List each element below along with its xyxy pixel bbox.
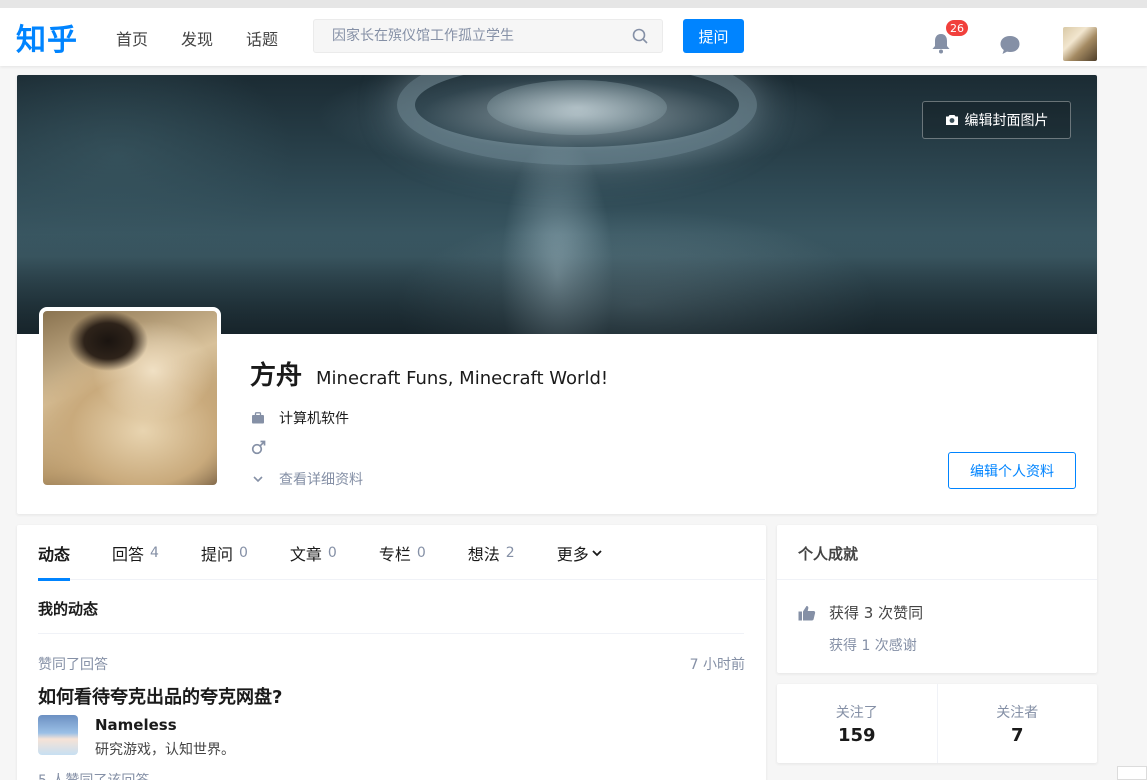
feed-time: 7 小时前 — [689, 657, 745, 673]
male-gender-icon — [251, 440, 266, 455]
tab-questions[interactable]: 提问 0 — [201, 525, 248, 580]
tab-count: 4 — [150, 544, 159, 561]
scrollbar-corner — [1117, 766, 1147, 780]
author-name[interactable]: Nameless — [95, 716, 177, 734]
tab-label: 回答 — [112, 544, 145, 564]
activity-card: 动态 回答 4 提问 0 文章 0 专栏 0 想法 2 更多 我的动态 赞同了回… — [17, 525, 766, 780]
ask-question-button[interactable]: 提问 — [683, 19, 744, 53]
followers-stat[interactable]: 关注者 7 — [936, 684, 1098, 763]
profile-tabs: 动态 回答 4 提问 0 文章 0 专栏 0 想法 2 更多 — [38, 525, 765, 581]
nav-topics[interactable]: 话题 — [246, 26, 278, 50]
tab-label: 动态 — [38, 544, 71, 564]
edit-cover-label: 编辑封面图片 — [964, 113, 1049, 129]
followers-value: 7 — [1010, 724, 1024, 746]
tab-label: 专栏 — [378, 544, 411, 564]
author-bio: 研究游戏，认知世界。 — [95, 742, 235, 758]
tab-count: 0 — [416, 544, 426, 561]
feed-action: 赞同了回答 — [38, 657, 108, 673]
user-avatar[interactable] — [1063, 27, 1097, 61]
search-input[interactable] — [314, 20, 614, 52]
feed-question-title[interactable]: 如何看待夸克出品的夸克网盘? — [38, 683, 282, 709]
zhihu-logo[interactable]: 知乎 — [16, 15, 78, 59]
achievements-card: 个人成就 获得 3 次赞同 获得 1 次感谢 — [777, 525, 1097, 673]
tab-count: 0 — [327, 544, 337, 561]
nav-discover[interactable]: 发现 — [181, 26, 213, 50]
tab-columns[interactable]: 专栏 0 — [379, 525, 426, 580]
tab-count: 0 — [238, 544, 248, 561]
view-details-link[interactable]: 查看详细资料 — [251, 469, 363, 489]
follow-stats-card: 关注了 159 关注者 7 — [777, 684, 1097, 763]
divider — [777, 579, 1097, 580]
top-header: 知乎 首页 发现 话题 提问 26 — [0, 0, 1147, 66]
tab-more[interactable]: 更多 — [557, 525, 603, 580]
name-row: 方舟 Minecraft Funs, Minecraft World! — [250, 355, 608, 392]
search-icon[interactable] — [632, 28, 648, 44]
notification-badge: 26 — [945, 19, 969, 37]
chevron-down-icon — [253, 476, 263, 483]
tab-pins[interactable]: 想法 2 — [468, 525, 515, 580]
tab-label: 更多 — [556, 544, 589, 564]
messages-icon[interactable] — [999, 35, 1021, 55]
chevron-down-icon — [592, 549, 602, 556]
camera-icon — [945, 115, 958, 125]
following-stat[interactable]: 关注了 159 — [777, 684, 937, 763]
tab-label: 想法 — [467, 544, 500, 564]
tab-activity[interactable]: 动态 — [38, 525, 71, 581]
following-label: 关注了 — [835, 704, 878, 721]
vote-count: 5 人赞同了该回答 — [38, 770, 149, 780]
profile-headline: Minecraft Funs, Minecraft World! — [316, 368, 609, 389]
tab-articles[interactable]: 文章 0 — [290, 525, 337, 580]
edit-cover-button[interactable]: 编辑封面图片 — [922, 101, 1071, 139]
tab-label: 文章 — [289, 544, 322, 564]
profile-header-card: 编辑封面图片 方舟 Minecraft Funs, Minecraft Worl… — [17, 75, 1097, 514]
tab-label: 提问 — [200, 544, 233, 564]
tab-answers[interactable]: 回答 4 — [112, 525, 159, 580]
profile-name: 方舟 — [250, 361, 303, 391]
followers-label: 关注者 — [996, 704, 1039, 721]
view-details-label: 查看详细资料 — [279, 472, 363, 488]
thanks-received: 获得 1 次感谢 — [829, 638, 917, 654]
main-nav: 首页 发现 话题 — [116, 26, 278, 50]
profile-industry: 计算机软件 — [279, 411, 349, 427]
briefcase-icon — [252, 412, 264, 424]
following-value: 159 — [837, 724, 876, 746]
achievements-title: 个人成就 — [798, 545, 859, 563]
nav-home[interactable]: 首页 — [116, 26, 148, 50]
cover-image: 编辑封面图片 — [17, 75, 1097, 334]
likes-received: 获得 3 次赞同 — [829, 604, 924, 622]
edit-profile-button[interactable]: 编辑个人资料 — [948, 452, 1076, 489]
gender-row — [251, 440, 266, 455]
cover-art-core — [487, 80, 667, 135]
profile-avatar[interactable] — [39, 307, 221, 489]
divider — [38, 633, 744, 634]
section-title: 我的动态 — [38, 600, 99, 618]
author-avatar[interactable] — [38, 715, 78, 755]
thumbs-up-icon — [798, 606, 816, 621]
search-box — [313, 19, 663, 53]
industry-row: 计算机软件 — [251, 408, 349, 428]
tab-count: 2 — [505, 544, 515, 561]
